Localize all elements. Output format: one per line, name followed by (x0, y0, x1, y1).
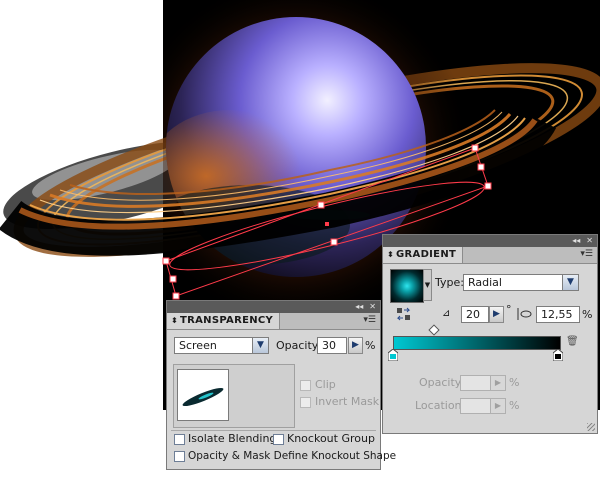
gradient-type-select[interactable]: Radial ▼ (463, 274, 579, 291)
angle-unit: ° (506, 303, 512, 316)
transparency-panel: ◂◂ ✕ ⬍ TRANSPARENCY ▾☰ Screen ▼ Opacity: … (166, 300, 396, 470)
isolate-blending-checkbox[interactable] (174, 434, 185, 445)
opacity-mask-knockout-checkbox[interactable] (174, 451, 185, 462)
opacity-input[interactable]: 30 (317, 337, 347, 354)
aspect-ratio-unit: % (582, 308, 593, 321)
opacity-unit: % (365, 339, 376, 352)
type-label: Type: (435, 276, 464, 289)
angle-icon: ⊿ (442, 308, 451, 319)
divider (171, 430, 376, 431)
angle-input[interactable]: 20 (461, 306, 489, 323)
knockout-group-label: Knockout Group (287, 432, 375, 445)
tab-transparency[interactable]: ⬍ TRANSPARENCY (167, 313, 281, 329)
gradient-panel: ◂◂ ✕ ⬍ GRADIENT ▾☰ ▼ Type: Radial ▼ ⊿ 20 … (382, 234, 598, 434)
bounding-handle[interactable] (471, 144, 479, 152)
clip-label: Clip (315, 378, 336, 391)
resize-grip-icon[interactable] (587, 423, 595, 431)
tab-marker-icon: ⬍ (387, 250, 395, 259)
transparency-panel-titlebar[interactable]: ◂◂ ✕ (167, 301, 380, 313)
opacity-mask-knockout-label: Opacity & Mask Define Knockout Shape (188, 450, 397, 462)
stop-opacity-input[interactable]: ▶ (460, 375, 506, 391)
collapse-icon[interactable]: ◂◂ (355, 301, 363, 313)
gradient-stop-start[interactable] (387, 348, 399, 362)
stop-opacity-label: Opacity: (419, 376, 465, 389)
gradient-stop-end[interactable] (552, 348, 564, 362)
stop-location-unit: % (509, 399, 520, 412)
gradient-slider-bar[interactable] (393, 336, 561, 350)
gradient-panel-titlebar[interactable]: ◂◂ ✕ (383, 235, 597, 247)
center-point[interactable] (325, 222, 329, 226)
chevron-down-icon[interactable]: ▼ (562, 275, 578, 290)
tab-gradient[interactable]: ⬍ GRADIENT (383, 247, 464, 263)
transparency-tab-label: TRANSPARENCY (180, 315, 274, 326)
close-icon[interactable]: ✕ (369, 301, 376, 313)
invert-mask-checkbox[interactable] (300, 397, 311, 408)
blend-mode-select[interactable]: Screen ▼ (174, 337, 269, 354)
delete-stop-icon[interactable]: 🗑 (566, 336, 579, 347)
panel-menu-icon[interactable]: ▾☰ (580, 249, 593, 259)
mask-preview-area (173, 364, 295, 428)
gradient-type-value: Radial (468, 276, 502, 289)
invert-mask-label: Invert Mask (315, 395, 380, 408)
gradient-swatch[interactable] (390, 269, 424, 303)
opacity-label: Opacity: (276, 339, 322, 352)
stop-location-input[interactable]: ▶ (460, 398, 506, 414)
bounding-handle[interactable] (477, 163, 485, 171)
swatch-dropdown-icon[interactable]: ▼ (423, 269, 432, 301)
object-thumbnail[interactable] (177, 369, 229, 421)
aspect-ratio-icon (516, 307, 532, 321)
bounding-handle[interactable] (169, 275, 177, 283)
bounding-handle[interactable] (162, 257, 170, 265)
tab-marker-icon: ⬍ (171, 316, 179, 325)
close-icon[interactable]: ✕ (586, 235, 593, 247)
bounding-handle[interactable] (317, 201, 325, 209)
blend-mode-value: Screen (179, 339, 217, 352)
gradient-tab-label: GRADIENT (396, 249, 457, 260)
collapse-icon[interactable]: ◂◂ (572, 235, 580, 247)
chevron-right-icon: ▶ (490, 376, 505, 390)
knockout-group-checkbox[interactable] (273, 434, 284, 445)
thumbnail-ellipse (182, 387, 224, 407)
reverse-gradient-icon[interactable] (396, 307, 412, 321)
isolate-blending-label: Isolate Blending (188, 432, 277, 445)
gradient-midpoint-diamond[interactable] (428, 324, 440, 336)
bounding-handle[interactable] (172, 292, 180, 300)
aspect-ratio-input[interactable]: 12,55 (536, 306, 580, 323)
bounding-handle[interactable] (484, 182, 492, 190)
stop-location-label: Location: (415, 399, 466, 412)
stop-opacity-unit: % (509, 376, 520, 389)
chevron-right-icon: ▶ (490, 399, 505, 413)
chevron-down-icon[interactable]: ▼ (252, 338, 268, 353)
clip-checkbox[interactable] (300, 380, 311, 391)
bounding-handle[interactable] (330, 238, 338, 246)
panel-menu-icon[interactable]: ▾☰ (363, 315, 376, 325)
angle-arrow-icon[interactable]: ▶ (489, 306, 504, 323)
opacity-slider-arrow-icon[interactable]: ▶ (348, 337, 363, 354)
